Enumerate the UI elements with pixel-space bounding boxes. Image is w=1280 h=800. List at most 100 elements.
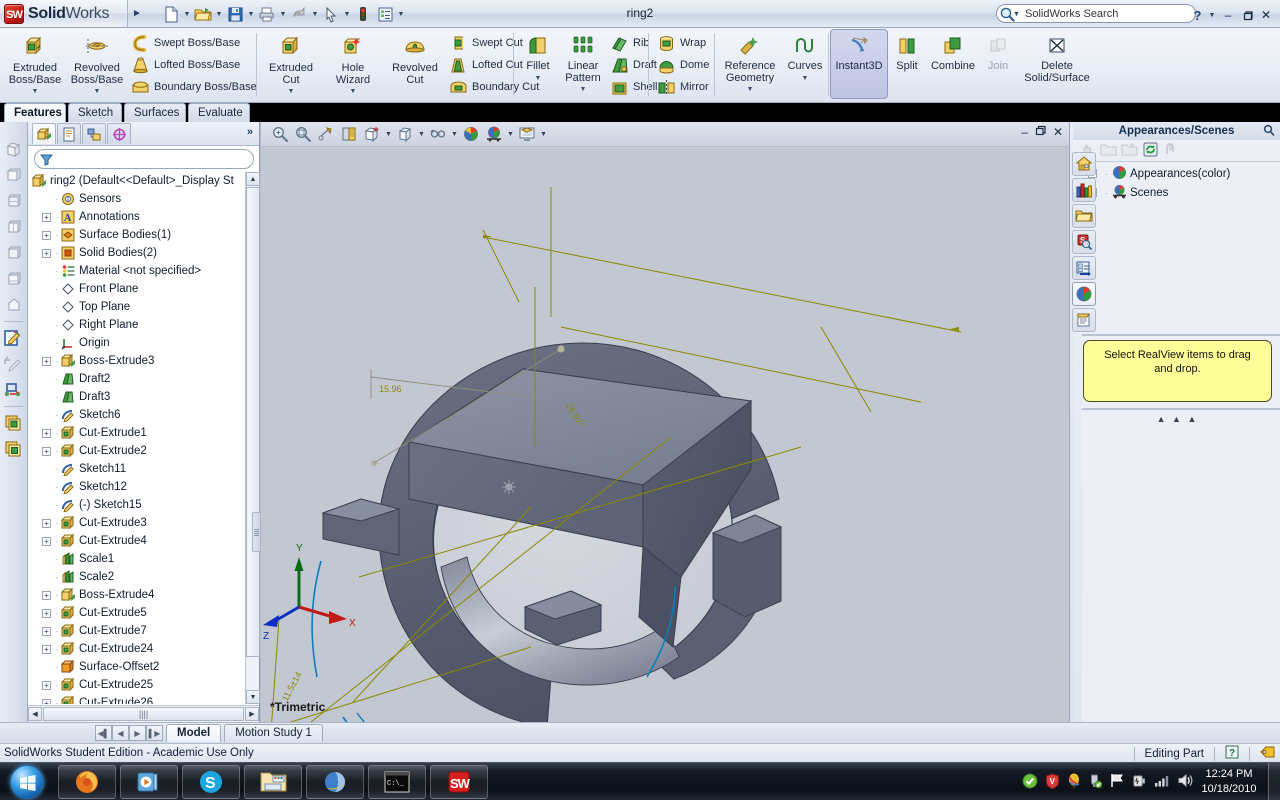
appearances-scenes-tree[interactable]: + · Appearances(color) + · Scenes [1082, 164, 1280, 722]
revolved-boss-base-button[interactable]: Revolved Boss/Base ▼ [66, 29, 128, 99]
tree-expander[interactable]: + [42, 536, 51, 546]
feature-tree-horizontal-scrollbar[interactable]: ◀ |||| ▶ [28, 705, 259, 722]
feature-tree-item[interactable]: · Sensors [28, 190, 245, 208]
tree-expander[interactable]: + [42, 446, 51, 456]
linear-pattern-button[interactable]: Linear Pattern ▼ [559, 29, 607, 99]
tab-motion-study-1[interactable]: Motion Study 1 [224, 724, 323, 742]
boundary-boss-base-button[interactable]: Boundary Boss/Base [128, 76, 263, 98]
tab-nav-last[interactable]: ▌▶ [146, 725, 163, 741]
section-view-icon[interactable] [338, 123, 360, 145]
view-orientation-left-icon[interactable] [0, 188, 26, 214]
search-input[interactable]: ▼ SolidWorks Search [996, 4, 1196, 23]
view-orientation-isometric-icon[interactable] [0, 136, 26, 162]
curves-button[interactable]: Curves ▼ [782, 29, 828, 99]
show-desktop-button[interactable] [1268, 763, 1280, 800]
appearances-color-item[interactable]: + · Appearances(color) [1082, 164, 1280, 183]
combine-button[interactable]: Combine [926, 29, 980, 99]
feature-tree-filter-input[interactable] [34, 149, 254, 169]
file-explorer-icon[interactable] [1072, 204, 1096, 228]
tab-nav-prev[interactable]: ◀ [112, 725, 129, 741]
help-caret[interactable]: ▼ [1207, 4, 1217, 26]
extruded-cut-button[interactable]: Extruded Cut ▼ [260, 29, 322, 99]
media-player-taskbar-icon[interactable] [120, 765, 178, 799]
view-orientation-caret[interactable]: ▼ [384, 123, 393, 145]
wrap-button[interactable]: Wrap [654, 32, 715, 54]
status-help-icon[interactable]: ? [1225, 745, 1239, 762]
tab-nav-first[interactable]: ◀▌ [95, 725, 112, 741]
feature-tree-item[interactable]: + · Surface Bodies(1) [28, 226, 245, 244]
restore-button[interactable] [1239, 7, 1255, 23]
scenes-item[interactable]: + · Scenes [1082, 183, 1280, 202]
h-scroll-thumb[interactable]: |||| [43, 707, 244, 721]
close-button[interactable]: ✕ [1258, 7, 1274, 23]
feature-tree-item[interactable]: · Sketch6 [28, 406, 245, 424]
feature-tree-item[interactable]: · Sketch11 [28, 460, 245, 478]
swept-boss-base-button[interactable]: Swept Boss/Base [128, 32, 263, 54]
view-settings-caret[interactable]: ▼ [539, 123, 548, 145]
feature-tree-item[interactable]: + · Cut-Extrude3 [28, 514, 245, 532]
view-settings-icon[interactable] [516, 123, 538, 145]
usb-device-icon[interactable] [1088, 773, 1103, 792]
doc-restore-button[interactable] [1035, 125, 1046, 139]
display-manager-tab[interactable] [107, 123, 131, 144]
feature-tree-root[interactable]: ring2 (Default<<Default>_Display St [28, 172, 245, 190]
scroll-thumb[interactable] [246, 187, 260, 657]
feature-tree-item[interactable]: + · Cut-Extrude2 [28, 442, 245, 460]
view-orientation-normal-icon[interactable] [0, 292, 26, 318]
extruded-boss-base-caret[interactable]: ▼ [32, 88, 39, 95]
tree-expander[interactable]: + [42, 212, 51, 222]
feature-tree-item[interactable]: · Scale1 [28, 550, 245, 568]
feature-tree-item[interactable]: + · Cut-Extrude26 [28, 694, 245, 704]
add-dimension-icon[interactable] [0, 351, 26, 377]
taskbar-clock[interactable]: 12:24 PM 10/18/2010 [1196, 765, 1262, 799]
update-status-icon[interactable] [1022, 773, 1038, 792]
feature-tree-item[interactable]: + · Solid Bodies(2) [28, 244, 245, 262]
tree-expander[interactable]: + [42, 626, 51, 636]
join-button[interactable]: Join [980, 29, 1016, 99]
custom-properties-icon[interactable] [1072, 308, 1096, 332]
view-orientation-back-icon[interactable] [0, 240, 26, 266]
previous-view-icon[interactable] [315, 123, 337, 145]
ring-model-3d[interactable]: 15.96 26.97° 11.5±14 Y X Z [261, 147, 1069, 722]
panel-splitter-handle[interactable] [252, 512, 261, 552]
tab-features[interactable]: Features [4, 103, 66, 122]
feature-tree-item[interactable]: · Draft2 [28, 370, 245, 388]
reference-geometry-caret[interactable]: ▼ [747, 86, 754, 93]
fillet-button[interactable]: Fillet ▼ [517, 29, 559, 99]
edit-sketch-icon[interactable] [0, 325, 26, 351]
feature-tree-vertical-scrollbar[interactable]: ▲ ▼ [245, 172, 260, 704]
scroll-right-button[interactable]: ▶ [245, 707, 259, 721]
feature-tree-item[interactable]: · Surface-Offset2 [28, 658, 245, 676]
display-style-icon[interactable] [394, 123, 416, 145]
tag-icon[interactable] [1260, 745, 1276, 762]
view-orientation-icon[interactable] [361, 123, 383, 145]
split-button[interactable]: Split [888, 29, 926, 99]
apply-scene-caret[interactable]: ▼ [506, 123, 515, 145]
feature-tree-item[interactable]: · Top Plane [28, 298, 245, 316]
feature-tree-item[interactable]: · Scale2 [28, 568, 245, 586]
zoom-to-area-icon[interactable] [292, 123, 314, 145]
refresh-icon[interactable] [1142, 142, 1159, 160]
new-folder-icon[interactable] [1121, 142, 1138, 160]
hole-wizard-caret[interactable]: ▼ [350, 88, 357, 95]
feature-tree-item[interactable]: + · Cut-Extrude24 [28, 640, 245, 658]
display-style-caret[interactable]: ▼ [417, 123, 426, 145]
doc-minimize-button[interactable]: – [1021, 125, 1028, 139]
tree-expander[interactable]: + [42, 590, 51, 600]
reference-geometry-button[interactable]: Reference Geometry ▼ [718, 29, 782, 99]
view-orientation-right-icon[interactable] [0, 214, 26, 240]
doc-close-button[interactable]: ✕ [1053, 125, 1063, 139]
feature-tree-item[interactable]: + · Cut-Extrude1 [28, 424, 245, 442]
action-flag-icon[interactable] [1109, 773, 1125, 791]
revolved-boss-base-caret[interactable]: ▼ [94, 88, 101, 95]
mirror-button[interactable]: Mirror [654, 76, 715, 98]
configuration-icon[interactable] [0, 436, 26, 462]
feature-tree-item[interactable]: · Origin [28, 334, 245, 352]
hole-wizard-button[interactable]: Hole Wizard ▼ [322, 29, 384, 99]
view-palette-icon[interactable] [1072, 256, 1096, 280]
view-orientation-front-icon[interactable] [0, 162, 26, 188]
tree-expander[interactable]: + [42, 608, 51, 618]
tree-expander[interactable]: + [42, 518, 51, 528]
edit-appearance-icon[interactable] [460, 123, 482, 145]
open-folder-icon[interactable] [1100, 142, 1117, 160]
